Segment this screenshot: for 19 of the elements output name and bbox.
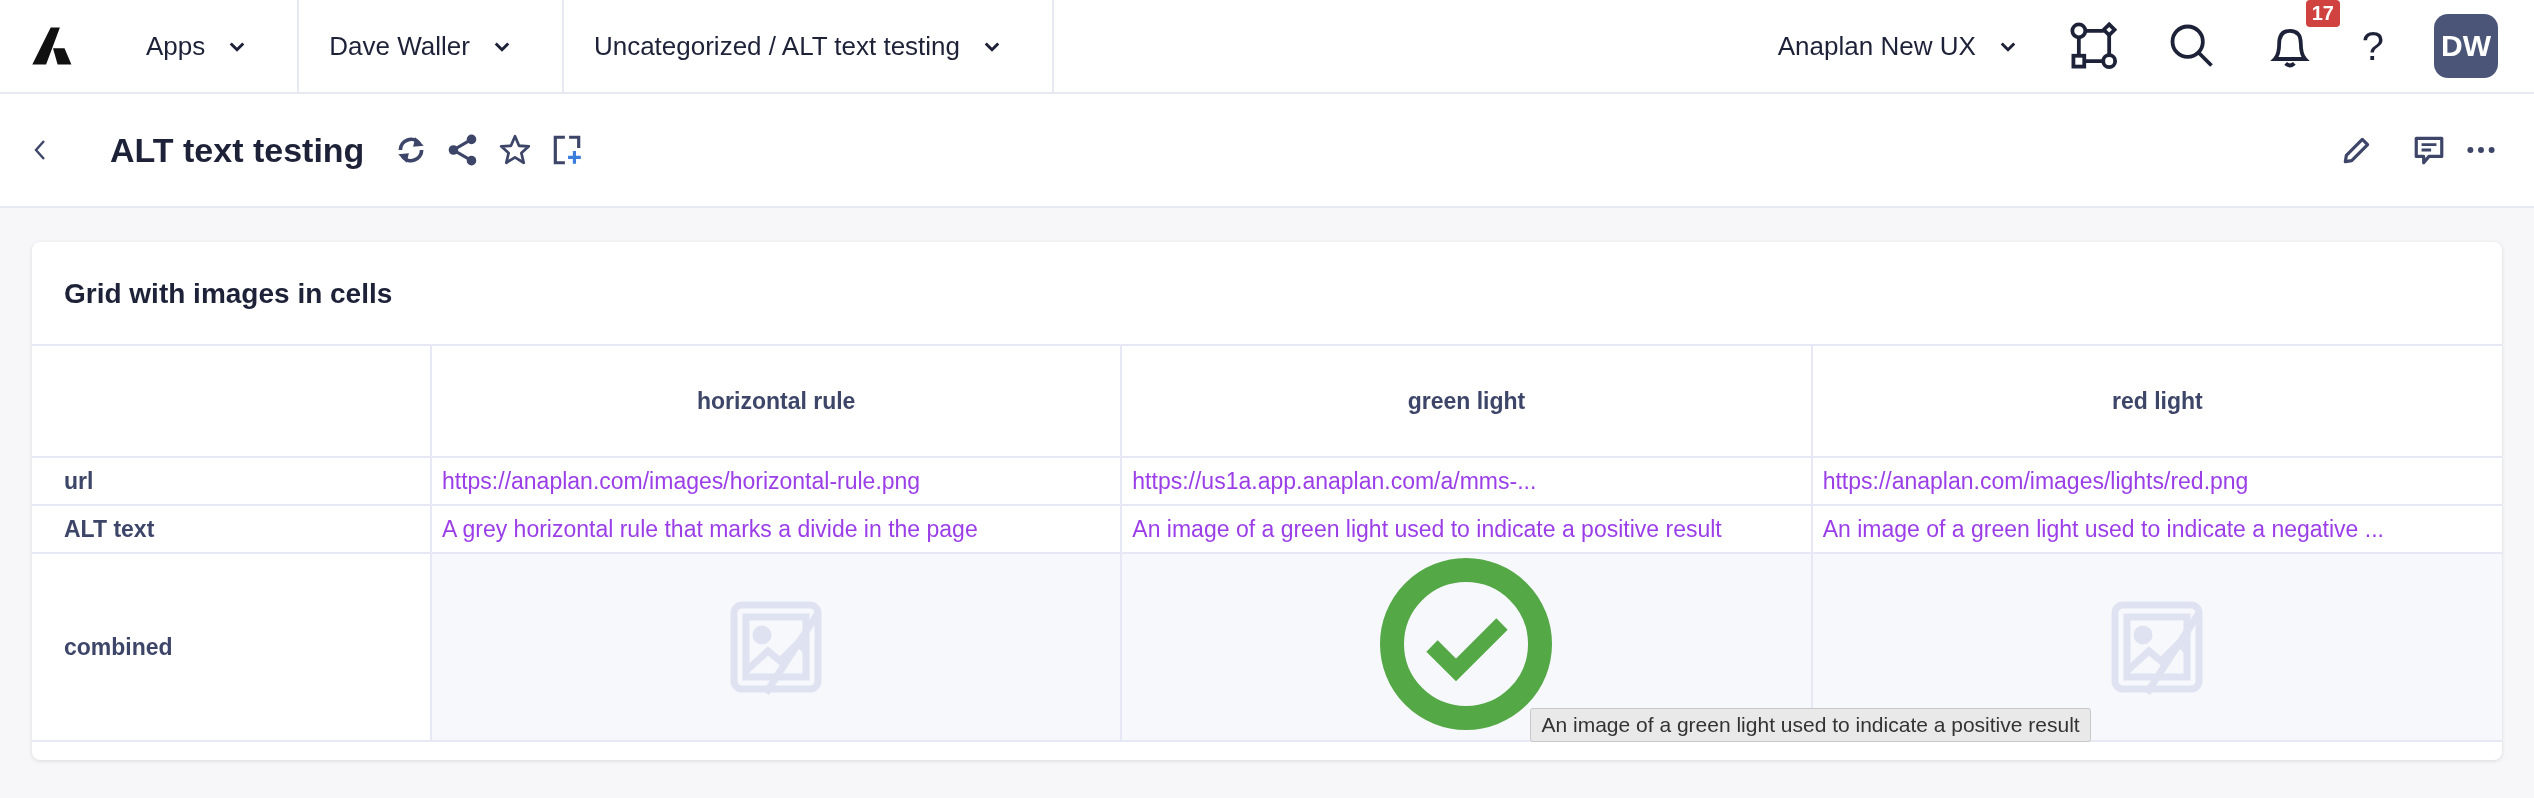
column-header: red light [1811,345,2502,457]
page-title: ALT text testing [110,130,365,170]
breadcrumb-dropdown[interactable]: Uncategorized / ALT text testing [563,0,1055,92]
broken-image-icon [728,599,825,695]
notification-count: 17 [2305,0,2340,27]
breadcrumb-dropdown[interactable]: Dave Waller [299,0,564,92]
breadcrumb-dropdown[interactable]: Apps [116,0,300,92]
image-tooltip: An image of a green light used to indicate a positive result [1530,708,2091,742]
nodes-icon[interactable] [2067,20,2120,72]
row-header: ALT text [32,505,431,553]
broken-image-icon [2109,599,2206,695]
user-avatar[interactable]: DW [2434,14,2498,78]
workspace-dropdown[interactable]: Anaplan New UX [1777,0,2068,92]
column-header: green light [1121,345,1812,457]
row-header: url [32,457,431,505]
star-icon[interactable] [498,133,533,167]
help-button[interactable]: ? [2361,23,2384,69]
card-title: Grid with images in cells [63,277,394,311]
column-header: horizontal rule [431,345,1122,457]
